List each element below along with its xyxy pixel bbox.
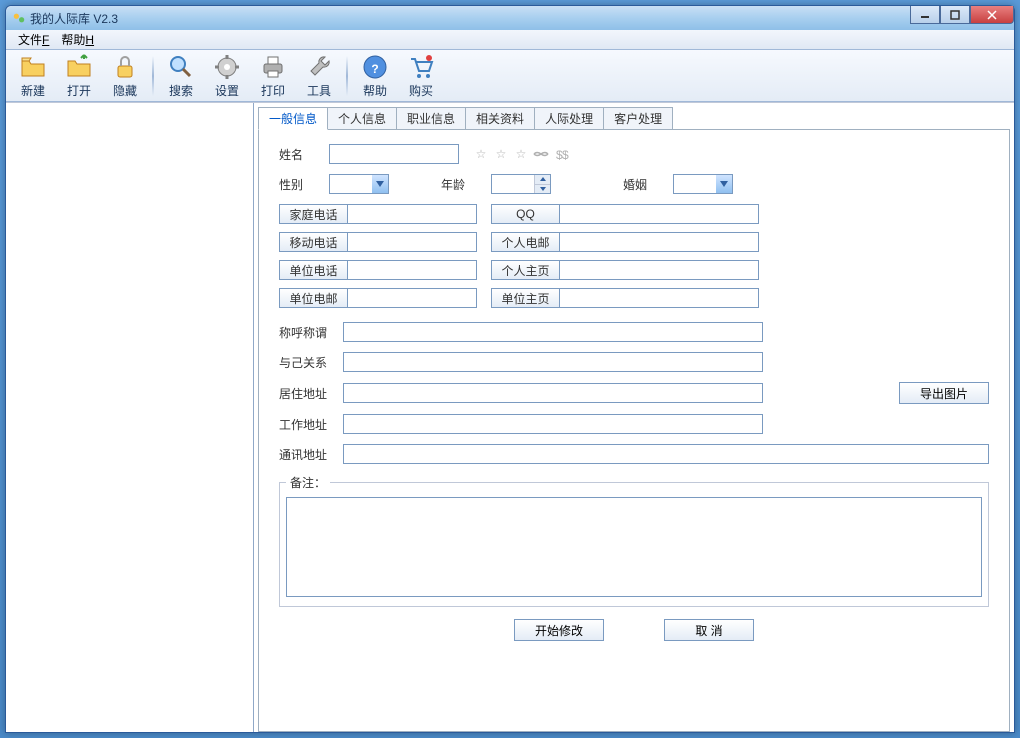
tab-personal[interactable]: 个人信息 — [327, 107, 397, 129]
remarks-fieldset: 备注： — [279, 474, 989, 607]
work-phone-input[interactable] — [347, 260, 477, 280]
handshake-icon — [533, 146, 549, 162]
spinner-up-icon[interactable] — [534, 175, 550, 185]
work-addr-input[interactable] — [343, 414, 763, 434]
rating-widget[interactable]: ☆ ☆ ☆ $$ — [473, 146, 569, 162]
close-button[interactable] — [970, 6, 1014, 24]
print-icon — [259, 53, 287, 81]
mobile-phone-button[interactable]: 移动电话 — [279, 232, 347, 252]
label-work-addr: 工作地址 — [279, 416, 337, 433]
remarks-textarea[interactable] — [286, 497, 982, 597]
star-icon: ☆ — [473, 146, 489, 162]
label-gender: 性别 — [279, 176, 323, 193]
toolbar-hide[interactable]: 隐藏 — [104, 53, 146, 99]
work-email-input[interactable] — [347, 288, 477, 308]
personal-page-input[interactable] — [559, 260, 759, 280]
tab-related[interactable]: 相关资料 — [465, 107, 535, 129]
tab-relations[interactable]: 人际处理 — [534, 107, 604, 129]
tab-customer[interactable]: 客户处理 — [603, 107, 673, 129]
cancel-button[interactable]: 取 消 — [664, 619, 754, 641]
label-home-addr: 居住地址 — [279, 385, 337, 402]
work-page-button[interactable]: 单位主页 — [491, 288, 559, 308]
chevron-down-icon — [372, 175, 388, 193]
menubar: 文件F 帮助H — [6, 30, 1014, 50]
folder-new-icon — [19, 53, 47, 81]
personal-email-input[interactable] — [559, 232, 759, 252]
svg-text:?: ? — [371, 62, 378, 76]
label-salutation: 称呼称谓 — [279, 324, 337, 341]
label-age: 年龄 — [441, 176, 485, 193]
gender-combo[interactable] — [329, 174, 389, 194]
toolbar-separator — [346, 56, 348, 96]
app-icon — [12, 11, 26, 25]
svg-text:$: $ — [562, 148, 569, 162]
home-addr-input[interactable] — [343, 383, 763, 403]
star-icon: ☆ — [493, 146, 509, 162]
toolbar-settings[interactable]: 设置 — [206, 53, 248, 99]
work-page-input[interactable] — [559, 288, 759, 308]
label-name: 姓名 — [279, 146, 323, 163]
main-panel: 一般信息 个人信息 职业信息 相关资料 人际处理 客户处理 姓名 ☆ ☆ ☆ $… — [254, 103, 1014, 732]
label-relation: 与己关系 — [279, 354, 337, 371]
menu-help[interactable]: 帮助H — [55, 29, 100, 50]
work-email-button[interactable]: 单位电邮 — [279, 288, 347, 308]
work-phone-button[interactable]: 单位电话 — [279, 260, 347, 280]
lock-icon — [111, 53, 139, 81]
content-area: 一般信息 个人信息 职业信息 相关资料 人际处理 客户处理 姓名 ☆ ☆ ☆ $… — [6, 102, 1014, 732]
toolbar-new[interactable]: 新建 — [12, 53, 54, 99]
label-remarks: 备注： — [286, 474, 330, 491]
search-icon — [167, 53, 195, 81]
toolbar-print[interactable]: 打印 — [252, 53, 294, 99]
mobile-phone-input[interactable] — [347, 232, 477, 252]
app-window: 我的人际库 V2.3 文件F 帮助H 新建 打开 隐藏 搜索 设 — [5, 5, 1015, 733]
tab-career[interactable]: 职业信息 — [396, 107, 466, 129]
toolbar-help[interactable]: ? 帮助 — [354, 53, 396, 99]
age-spinner[interactable] — [491, 174, 551, 194]
chevron-down-icon — [716, 175, 732, 193]
qq-button[interactable]: QQ — [491, 204, 559, 224]
name-input[interactable] — [329, 144, 459, 164]
home-phone-input[interactable] — [347, 204, 477, 224]
dollar-icon: $$ — [553, 146, 569, 162]
toolbar: 新建 打开 隐藏 搜索 设置 打印 工具 ? 帮助 — [6, 50, 1014, 102]
toolbar-search[interactable]: 搜索 — [160, 53, 202, 99]
window-title: 我的人际库 V2.3 — [30, 10, 118, 27]
cart-icon — [407, 53, 435, 81]
help-icon: ? — [361, 53, 389, 81]
contact-list-sidebar[interactable] — [6, 103, 254, 732]
star-icon: ☆ — [513, 146, 529, 162]
personal-email-button[interactable]: 个人电邮 — [491, 232, 559, 252]
label-marriage: 婚姻 — [623, 176, 667, 193]
personal-page-button[interactable]: 个人主页 — [491, 260, 559, 280]
marriage-combo[interactable] — [673, 174, 733, 194]
tab-content: 姓名 ☆ ☆ ☆ $$ 性别 — [258, 129, 1010, 732]
minimize-button[interactable] — [910, 6, 940, 24]
qq-input[interactable] — [559, 204, 759, 224]
wrench-icon — [305, 53, 333, 81]
mail-addr-input[interactable] — [343, 444, 989, 464]
gear-icon — [213, 53, 241, 81]
toolbar-open[interactable]: 打开 — [58, 53, 100, 99]
toolbar-separator — [152, 56, 154, 96]
toolbar-buy[interactable]: 购买 — [400, 53, 442, 99]
tab-strip: 一般信息 个人信息 职业信息 相关资料 人际处理 客户处理 — [258, 107, 1010, 129]
tab-general[interactable]: 一般信息 — [258, 107, 328, 130]
maximize-button[interactable] — [940, 6, 970, 24]
window-controls — [910, 6, 1014, 24]
menu-file[interactable]: 文件F — [12, 29, 55, 50]
folder-open-icon — [65, 53, 93, 81]
label-mail-addr: 通讯地址 — [279, 446, 337, 463]
start-edit-button[interactable]: 开始修改 — [514, 619, 604, 641]
toolbar-tools[interactable]: 工具 — [298, 53, 340, 99]
spinner-down-icon[interactable] — [534, 185, 550, 194]
salutation-input[interactable] — [343, 322, 763, 342]
home-phone-button[interactable]: 家庭电话 — [279, 204, 347, 224]
titlebar: 我的人际库 V2.3 — [6, 6, 1014, 30]
export-image-button[interactable]: 导出图片 — [899, 382, 989, 404]
relation-input[interactable] — [343, 352, 763, 372]
